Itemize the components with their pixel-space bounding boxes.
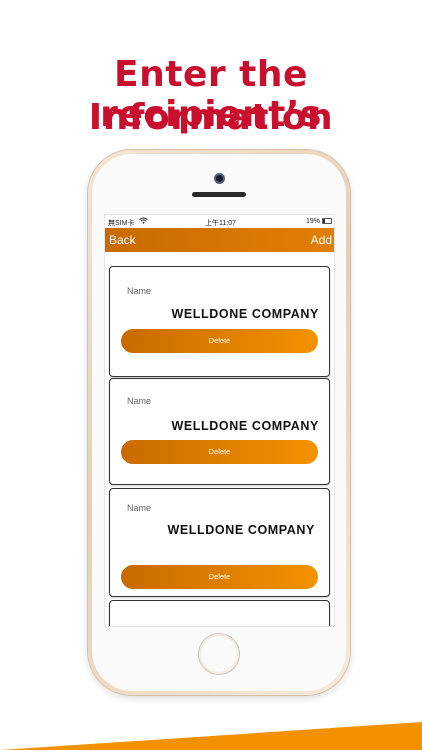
name-value: WELLDONE COMPANY bbox=[171, 307, 319, 321]
home-button[interactable] bbox=[198, 633, 240, 675]
name-label: Name bbox=[127, 396, 152, 406]
delete-button[interactable]: Delete bbox=[121, 565, 318, 589]
recipient-card[interactable]: Name WELLDONE COMPANY Delete bbox=[109, 488, 330, 597]
nav-bar: Back Add bbox=[105, 228, 334, 252]
name-value: WELLDONE COMPANY bbox=[171, 419, 319, 433]
delete-button[interactable]: Delete bbox=[121, 440, 318, 464]
front-camera-icon bbox=[214, 173, 225, 184]
status-time: 上午11:07 bbox=[205, 220, 236, 227]
recipient-card[interactable]: Name WELLDONE COMPANY Delete bbox=[109, 266, 330, 377]
back-button[interactable]: Back bbox=[109, 233, 136, 247]
name-label: Name bbox=[127, 503, 152, 513]
name-value: WELLDONE COMPANY bbox=[167, 523, 315, 537]
recipient-card[interactable]: Name WELLDONE COMPANY Delete bbox=[109, 378, 330, 485]
battery-percent: 19% bbox=[305, 218, 320, 225]
promo-headline-line2: Information bbox=[88, 97, 334, 138]
add-button[interactable]: Add bbox=[311, 233, 332, 247]
decorative-stripe bbox=[0, 722, 422, 750]
name-label: Name bbox=[127, 286, 152, 296]
delete-button[interactable]: Delete bbox=[121, 329, 318, 353]
battery-icon bbox=[322, 218, 332, 224]
app-screen: 無SIM卡 上午11:07 19% Back Add Name WELLDONE… bbox=[104, 214, 335, 627]
speaker-grille bbox=[192, 192, 246, 197]
status-bar: 無SIM卡 上午11:07 19% bbox=[105, 215, 334, 228]
recipient-card-partial[interactable] bbox=[109, 600, 330, 626]
